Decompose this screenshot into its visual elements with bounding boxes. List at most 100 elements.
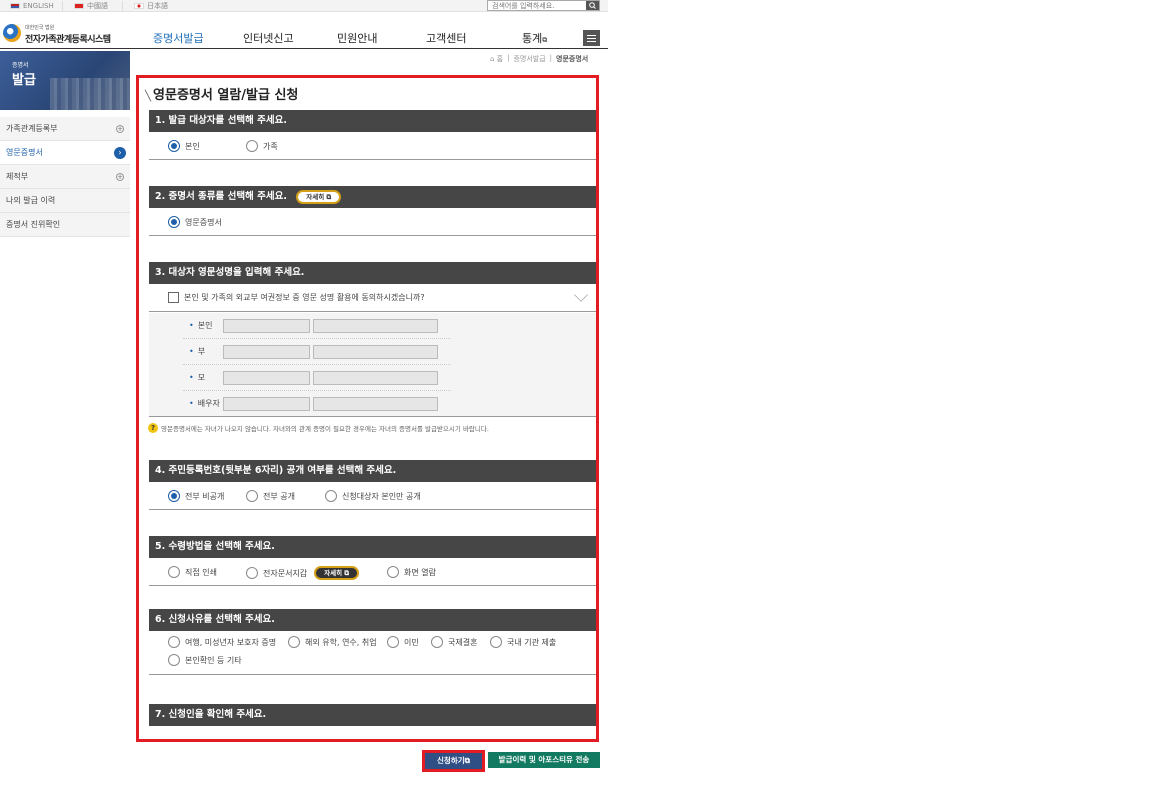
breadcrumb-current: 영문증명서 (556, 55, 589, 63)
history-apostille-button[interactable]: 발급이력 및 아포스티유 전송 (488, 752, 600, 768)
radio-label: 이민 (404, 637, 419, 647)
radio-checked-icon (168, 140, 180, 152)
sidebar-item-label: 제적부 (6, 172, 29, 181)
radio-label: 전부 공개 (263, 491, 295, 501)
nav-statistics-label: 통계 (522, 32, 543, 45)
nav-civil-guide[interactable]: 민원안내 (337, 30, 377, 46)
radio-receive-wallet[interactable]: 전자문서지갑 자세히 ⧉ (246, 566, 360, 580)
question-icon: ? (148, 423, 158, 433)
section-5-body: 직접 인쇄 전자문서지갑 자세히 ⧉ 화면 열람 (149, 558, 596, 586)
nav-internet-report[interactable]: 인터넷신고 (243, 30, 294, 46)
radio-reason-travel[interactable]: 여행, 미성년자 보호자 증명 (168, 636, 276, 648)
apply-button[interactable]: 신청하기⧉ (425, 753, 482, 769)
lang-japanese-link[interactable]: 日本語 (134, 0, 168, 12)
cn-flag-icon (74, 3, 84, 9)
section-6-body: 여행, 미성년자 보호자 증명 해외 유학, 연수, 취업 이민 국제결혼 국내… (149, 631, 596, 675)
search-input[interactable] (488, 1, 586, 10)
external-link-icon: ⧉ (344, 569, 350, 577)
surname-input[interactable] (223, 345, 310, 359)
hamburger-icon (587, 35, 596, 36)
radio-reason-other[interactable]: 본인확인 등 기타 (168, 654, 242, 666)
us-flag-icon (10, 3, 20, 9)
sidebar-item-label: 나의 발급 이력 (6, 196, 56, 205)
radio-label: 해외 유학, 연수, 취업 (305, 637, 377, 647)
lang-chinese-link[interactable]: 中國語 (74, 0, 108, 12)
sidebar-item-label: 영문증명서 (6, 148, 43, 157)
divider (122, 1, 123, 11)
sidebar-item-verify[interactable]: 증명서 진위확인 (0, 213, 130, 237)
section-1-header: 1. 발급 대상자를 선택해 주세요. (149, 110, 596, 132)
jp-flag-icon (134, 3, 144, 9)
menu-button[interactable] (583, 30, 600, 46)
radio-icon (288, 636, 300, 648)
hamburger-icon (587, 41, 596, 42)
sidebar-menu: 가족관계등록부 + 영문증명서 › 제적부 + 나의 발급 이력 증명서 진위확… (0, 117, 130, 237)
sidebar-item-my-history[interactable]: 나의 발급 이력 (0, 189, 130, 213)
consent-checkbox[interactable]: 본인 및 가족의 외교부 여권정보 중 영문 성명 활용에 동의하시겠습니까? (168, 292, 425, 303)
given-name-input[interactable] (313, 319, 438, 333)
detail-label: 자세히 (306, 192, 325, 201)
site-header: 대한민국 법원 전자가족관계등록시스템 증명서발급 인터넷신고 민원안내 고객센… (0, 13, 608, 49)
home-icon[interactable]: ⌂ 홈 (490, 54, 503, 64)
radio-target-family[interactable]: 가족 (246, 140, 278, 152)
radio-label: 국제결혼 (448, 637, 478, 647)
detail-label: 자세히 (324, 569, 343, 577)
banner-title: 발급 (12, 73, 36, 88)
consent-label: 본인 및 가족의 외교부 여권정보 중 영문 성명 활용에 동의하시겠습니까? (184, 293, 425, 302)
section-4-body: 전부 비공개 전부 공개 신청대상자 본인만 공개 (149, 482, 596, 510)
radio-label: 본인확인 등 기타 (185, 655, 242, 665)
radio-label: 전자문서지갑 (263, 568, 308, 578)
radio-receive-screen[interactable]: 화면 열람 (387, 566, 436, 578)
section-2-header: 2. 증명서 종류를 선택해 주세요. 자세히 ⧉ (149, 186, 596, 208)
radio-icon (246, 140, 258, 152)
radio-icon (431, 636, 443, 648)
radio-rrn-show-self[interactable]: 신청대상자 본인만 공개 (325, 490, 421, 502)
breadcrumb-item[interactable]: 증명서발급 (513, 54, 545, 64)
nav-customer-center[interactable]: 고객센터 (426, 30, 466, 46)
search-button[interactable] (586, 1, 599, 10)
nav-statistics[interactable]: 통계⧉ (522, 30, 547, 46)
nav-certificate[interactable]: 증명서발급 (153, 30, 204, 46)
lang-english-link[interactable]: ENGLISH (10, 0, 54, 12)
radio-reason-domestic[interactable]: 국내 기관 제출 (490, 636, 556, 648)
name-row-label: 부 (189, 346, 205, 357)
breadcrumb: ⌂ 홈 | 증명서발급 | 영문증명서 (490, 54, 588, 64)
surname-input[interactable] (223, 319, 310, 333)
given-name-input[interactable] (313, 371, 438, 385)
radio-label: 국내 기관 제출 (507, 637, 557, 647)
sidebar-banner: 증명서 발급 (0, 51, 130, 110)
section-2-title: 2. 증명서 종류를 선택해 주세요. (155, 191, 287, 202)
banner-subtitle: 증명서 (12, 62, 29, 69)
given-name-input[interactable] (313, 397, 438, 411)
sidebar-item-label: 가족관계등록부 (6, 124, 58, 133)
surname-input[interactable] (223, 371, 310, 385)
divider (62, 1, 63, 11)
radio-label: 신청대상자 본인만 공개 (342, 491, 421, 501)
radio-reason-study[interactable]: 해외 유학, 연수, 취업 (288, 636, 377, 648)
arrow-right-icon: › (114, 147, 126, 159)
radio-rrn-show-all[interactable]: 전부 공개 (246, 490, 295, 502)
hamburger-icon (587, 38, 596, 39)
radio-rrn-hide-all[interactable]: 전부 비공개 (168, 490, 224, 502)
radio-target-self[interactable]: 본인 (168, 140, 200, 152)
sidebar-item-family-register[interactable]: 가족관계등록부 + (0, 117, 130, 141)
radio-reason-immigration[interactable]: 이민 (387, 636, 419, 648)
site-logo[interactable]: 대한민국 법원 전자가족관계등록시스템 (3, 22, 113, 46)
name-row-mother: 모 (183, 365, 451, 391)
wallet-detail-button[interactable]: 자세히 ⧉ (314, 566, 360, 580)
radio-receive-print[interactable]: 직접 인쇄 (168, 566, 217, 578)
radio-reason-marriage[interactable]: 국제결혼 (431, 636, 477, 648)
radio-icon (246, 567, 258, 579)
top-utility-bar: ENGLISH 中國語 日本語 (0, 0, 608, 12)
surname-input[interactable] (223, 397, 310, 411)
application-form: ╲ 영문증명서 열람/발급 신청 1. 발급 대상자를 선택해 주세요. 본인 가… (136, 75, 599, 742)
chevron-down-icon[interactable] (574, 288, 588, 302)
radio-icon (168, 654, 180, 666)
sidebar-item-english-certificate[interactable]: 영문증명서 › (0, 141, 130, 165)
detail-button[interactable]: 자세히 ⧉ (296, 189, 342, 204)
radio-icon (325, 490, 337, 502)
radio-english-certificate[interactable]: 영문증명서 (168, 216, 222, 228)
radio-icon (168, 566, 180, 578)
sidebar-item-removed-register[interactable]: 제적부 + (0, 165, 130, 189)
given-name-input[interactable] (313, 345, 438, 359)
